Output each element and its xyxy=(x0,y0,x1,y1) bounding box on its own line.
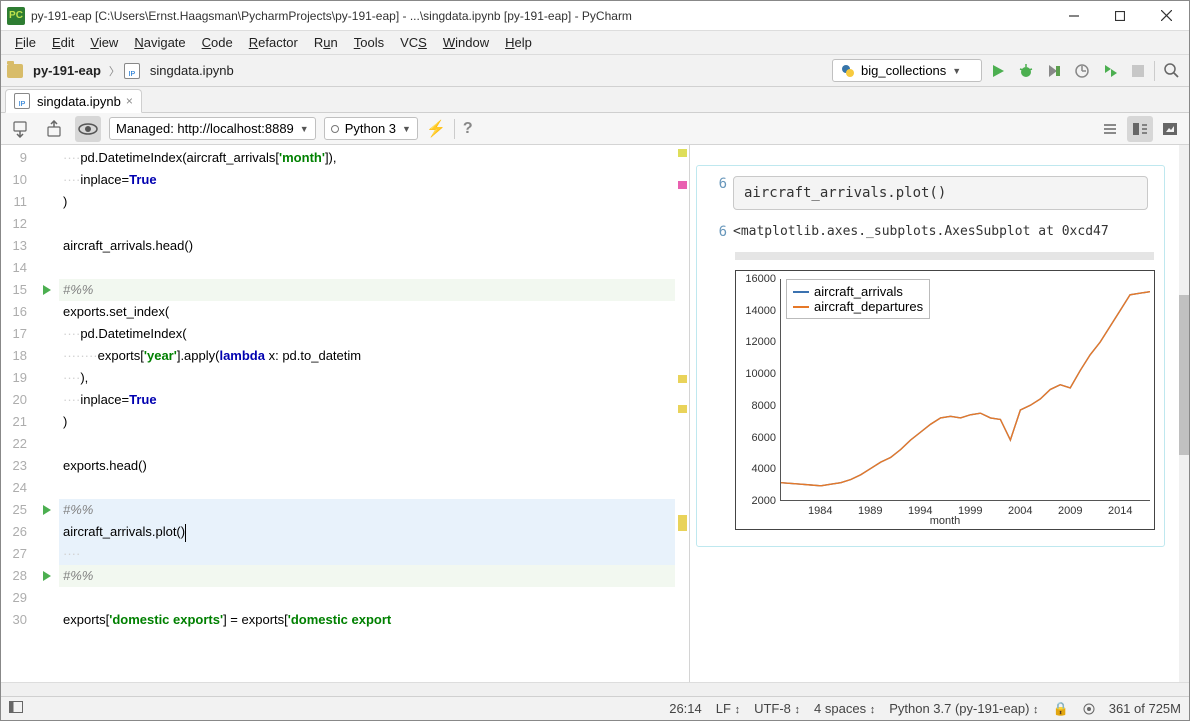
run-gutter xyxy=(35,145,59,682)
menu-refactor[interactable]: Refactor xyxy=(243,33,304,52)
run-cell-button[interactable] xyxy=(35,499,59,521)
window-title: py-191-eap [C:\Users\Ernst.Haagsman\Pych… xyxy=(31,9,1051,23)
run-config-label: big_collections xyxy=(861,63,946,78)
output-separator xyxy=(735,252,1154,260)
menu-run[interactable]: Run xyxy=(308,33,344,52)
run-cell-button[interactable] xyxy=(35,565,59,587)
chevron-down-icon: ▼ xyxy=(952,66,961,76)
concurrency-button[interactable] xyxy=(1098,59,1122,83)
view-split-button[interactable] xyxy=(1127,116,1153,142)
menu-vcs[interactable]: VCS xyxy=(394,33,433,52)
statusbar: 26:14 LF ↕ UTF-8 ↕ 4 spaces ↕ Python 3.7… xyxy=(1,696,1189,720)
menu-edit[interactable]: Edit xyxy=(46,33,80,52)
maximize-button[interactable] xyxy=(1097,1,1143,31)
horizontal-scrollbar[interactable] xyxy=(1,682,1189,696)
tab-label: singdata.ipynb xyxy=(37,94,121,109)
notebook-icon: IP xyxy=(14,93,30,109)
search-everywhere-button[interactable] xyxy=(1159,59,1183,83)
output-result-text: <matplotlib.axes._subplots.AxesSubplot a… xyxy=(733,224,1109,240)
main-area: 910 1112 1314 1516 1718 1920 2122 2324 2… xyxy=(1,145,1189,682)
kernel-dropdown[interactable]: Python 3 ▼ xyxy=(324,117,418,140)
menu-navigate[interactable]: Navigate xyxy=(128,33,191,52)
coverage-button[interactable] xyxy=(1042,59,1066,83)
menu-help[interactable]: Help xyxy=(499,33,538,52)
status-indent[interactable]: 4 spaces xyxy=(814,701,866,716)
marker-stripe xyxy=(675,145,689,682)
status-inspections[interactable] xyxy=(1083,703,1095,715)
add-cell-below-button[interactable] xyxy=(7,116,33,142)
close-icon[interactable]: × xyxy=(126,94,133,108)
chart-legend: aircraft_arrivals aircraft_departures xyxy=(786,279,930,319)
cell-in-number: 6 xyxy=(703,176,727,192)
folder-icon xyxy=(7,64,23,78)
kernel-label: Python 3 xyxy=(345,121,396,136)
minimize-button[interactable] xyxy=(1051,1,1097,31)
view-code-button[interactable] xyxy=(1097,116,1123,142)
trusted-icon[interactable]: ⚡ xyxy=(426,119,446,139)
run-config-dropdown[interactable]: big_collections ▼ xyxy=(832,59,982,82)
cell-out-number: 6 xyxy=(703,224,727,240)
view-preview-button[interactable] xyxy=(1157,116,1183,142)
chevron-down-icon: ▼ xyxy=(402,124,411,134)
status-position[interactable]: 26:14 xyxy=(669,701,702,716)
menu-code[interactable]: Code xyxy=(196,33,239,52)
chart-xlabel: month xyxy=(930,515,961,527)
line-gutter: 910 1112 1314 1516 1718 1920 2122 2324 2… xyxy=(1,145,35,682)
debug-button[interactable] xyxy=(1014,59,1038,83)
status-interpreter[interactable]: Python 3.7 (py-191-eap) xyxy=(889,701,1029,716)
editor-tabs: IP singdata.ipynb × xyxy=(1,87,1189,113)
menubar: File Edit View Navigate Code Refactor Ru… xyxy=(1,31,1189,55)
server-dropdown[interactable]: Managed: http://localhost:8889 ▼ xyxy=(109,117,316,140)
status-lineend[interactable]: LF xyxy=(716,701,731,716)
menu-tools[interactable]: Tools xyxy=(348,33,390,52)
run-cell-button[interactable] xyxy=(35,279,59,301)
output-panel: 6 aircraft_arrivals.plot() 6 <matplotlib… xyxy=(689,145,1179,682)
python-icon xyxy=(841,64,855,78)
kernel-status-icon xyxy=(331,125,339,133)
status-encoding[interactable]: UTF-8 xyxy=(754,701,791,716)
chevron-right-icon: 〉 xyxy=(109,63,120,79)
chevron-down-icon: ▼ xyxy=(300,124,309,134)
divider xyxy=(454,119,455,139)
status-memory[interactable]: 361 of 725M xyxy=(1109,701,1181,716)
help-icon[interactable]: ? xyxy=(463,120,473,138)
breadcrumb-project[interactable]: py-191-eap xyxy=(29,62,105,79)
add-cell-above-button[interactable] xyxy=(41,116,67,142)
preview-toggle-button[interactable] xyxy=(75,116,101,142)
tab-singdata[interactable]: IP singdata.ipynb × xyxy=(5,89,142,113)
titlebar: PC py-191-eap [C:\Users\Ernst.Haagsman\P… xyxy=(1,1,1189,31)
scrollbar[interactable] xyxy=(1179,145,1189,682)
output-cell-code: aircraft_arrivals.plot() xyxy=(733,176,1148,210)
menu-window[interactable]: Window xyxy=(437,33,495,52)
code-editor[interactable]: ····pd.DatetimeIndex(aircraft_arrivals['… xyxy=(59,145,675,682)
menu-view[interactable]: View xyxy=(84,33,124,52)
run-button[interactable] xyxy=(986,59,1010,83)
stop-button[interactable] xyxy=(1126,59,1150,83)
status-git-icon[interactable]: 🔒 xyxy=(1053,701,1069,717)
close-button[interactable] xyxy=(1143,1,1189,31)
app-icon: PC xyxy=(7,7,25,25)
output-chart: aircraft_arrivals aircraft_departures mo… xyxy=(735,270,1155,530)
menu-file[interactable]: File xyxy=(9,33,42,52)
server-label: Managed: http://localhost:8889 xyxy=(116,121,294,136)
notebook-icon: IP xyxy=(124,63,140,79)
breadcrumb-file[interactable]: singdata.ipynb xyxy=(146,62,238,79)
nav-toolbar: py-191-eap 〉 IP singdata.ipynb big_colle… xyxy=(1,55,1189,87)
notebook-toolbar: Managed: http://localhost:8889 ▼ Python … xyxy=(1,113,1189,145)
tool-window-button[interactable] xyxy=(9,701,23,716)
profile-button[interactable] xyxy=(1070,59,1094,83)
